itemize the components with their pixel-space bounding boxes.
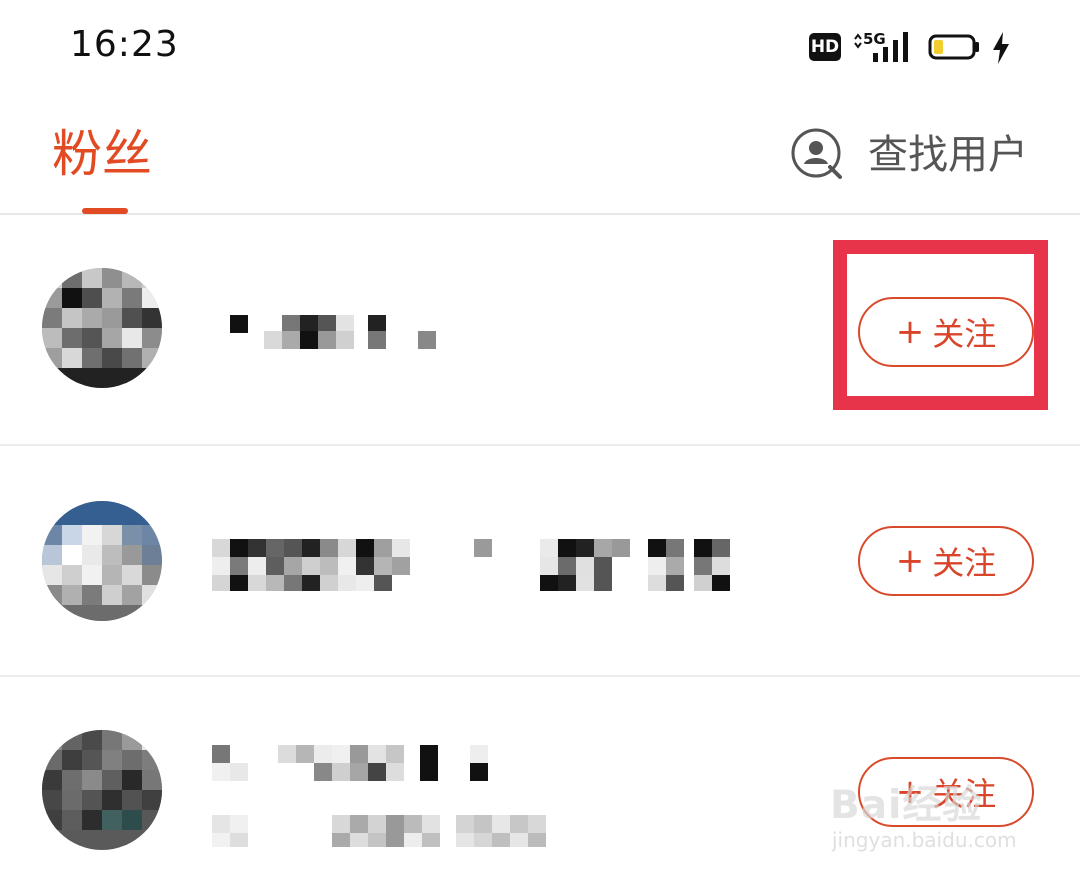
plus-icon: +: [895, 541, 925, 581]
active-tab-indicator: [82, 208, 128, 214]
hd-icon: HD: [809, 33, 841, 61]
signal-5g-icon: 5G: [854, 30, 908, 62]
status-time: 16:23: [70, 24, 179, 65]
follower-row[interactable]: + 关注: [0, 215, 1080, 446]
follow-button[interactable]: + 关注: [858, 297, 1034, 367]
username-redacted[interactable]: [212, 743, 572, 847]
follow-button[interactable]: + 关注: [858, 757, 1034, 827]
plus-icon: +: [895, 772, 925, 812]
username-redacted[interactable]: [212, 311, 442, 351]
charging-bolt-icon: [993, 32, 1009, 64]
find-user-label: 查找用户: [868, 132, 1028, 178]
follow-label: 关注: [932, 775, 997, 813]
follow-label: 关注: [932, 315, 997, 353]
fans-screen: 16:23 HD 5G 粉丝 查找用户 + 关注 + 关注 + 关注 Bai经验…: [0, 0, 1080, 871]
avatar[interactable]: [42, 501, 162, 621]
username-redacted[interactable]: [212, 537, 732, 593]
follow-button[interactable]: + 关注: [858, 526, 1034, 596]
follower-row[interactable]: + 关注: [0, 677, 1080, 871]
follower-list: + 关注: [0, 215, 1080, 677]
user-search-icon: [791, 128, 842, 179]
fans-header: 粉丝 查找用户: [0, 95, 1080, 215]
avatar[interactable]: [42, 730, 162, 850]
status-bar: 16:23 HD 5G: [0, 0, 1080, 95]
follow-label: 关注: [932, 544, 997, 582]
battery-low-icon: [928, 34, 979, 60]
plus-icon: +: [895, 312, 925, 352]
find-user-button[interactable]: 查找用户: [790, 121, 1028, 189]
tab-fans[interactable]: 粉丝: [52, 129, 152, 179]
avatar[interactable]: [42, 268, 162, 388]
network-label: 5G: [863, 30, 886, 48]
